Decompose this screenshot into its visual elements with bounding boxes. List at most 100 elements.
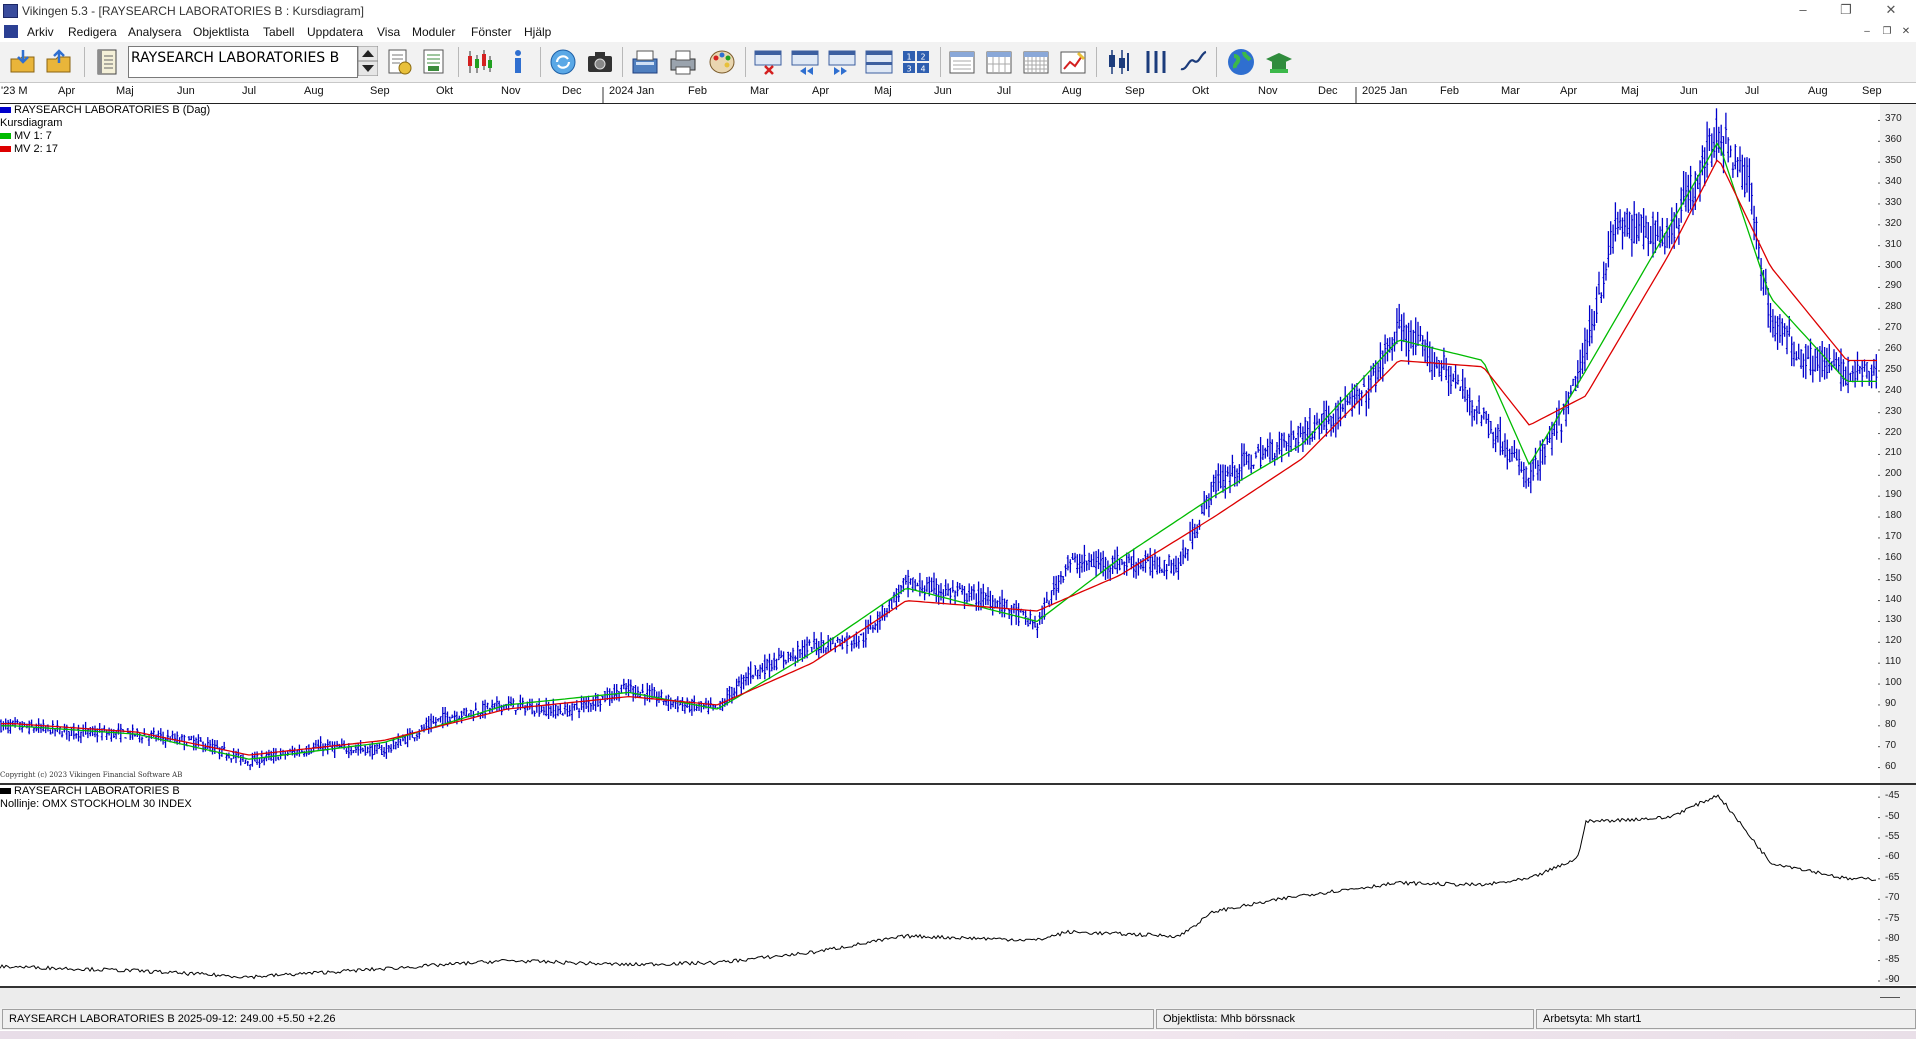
time-tick: Mar	[1501, 85, 1520, 97]
time-tick: Feb	[1440, 85, 1459, 97]
ohlc-bars	[0, 108, 1878, 771]
mortarboard-icon[interactable]	[1264, 47, 1294, 77]
price-y-tick: 290	[1885, 280, 1902, 292]
price-y-tick: 190	[1885, 489, 1902, 501]
symbol-spinner[interactable]	[358, 46, 378, 76]
price-y-tick: 130	[1885, 614, 1902, 626]
menu-tabell[interactable]: Tabell	[263, 25, 294, 39]
status-quote: RAYSEARCH LABORATORIES B 2025-09-12: 249…	[2, 1009, 1154, 1029]
price-y-tick: 330	[1885, 196, 1902, 208]
menu-bar: Arkiv Redigera Analysera Objektlista Tab…	[0, 22, 1916, 42]
time-tick: Jun	[934, 85, 952, 97]
calendar-month-icon[interactable]	[1021, 47, 1051, 77]
time-tick: 2025 Jan	[1362, 85, 1408, 97]
mv1-line	[1, 142, 1877, 760]
info-icon[interactable]	[503, 47, 533, 77]
price-chart[interactable]	[0, 104, 1880, 784]
title-bar: Vikingen 5.3 - [RAYSEARCH LABORATORIES B…	[0, 0, 1916, 22]
rs-y-tick: -60	[1885, 851, 1900, 863]
rs-y-tick: -50	[1885, 810, 1900, 822]
time-tick: Maj	[1621, 85, 1639, 97]
line-chart-icon[interactable]	[1178, 47, 1208, 77]
status-workspace: Arbetsyta: Mh start1	[1536, 1009, 1916, 1029]
close-button[interactable]: ✕	[1868, 0, 1914, 22]
legend-rs-label: RAYSEARCH LABORATORIES B	[14, 785, 180, 797]
report-icon[interactable]	[419, 47, 449, 77]
time-tick: 2024 Jan	[609, 85, 655, 97]
time-tick: Jul	[1745, 85, 1760, 97]
menu-uppdatera[interactable]: Uppdatera	[307, 25, 363, 39]
fax-icon[interactable]	[630, 47, 660, 77]
legend-swatch-price	[0, 107, 11, 114]
time-tick: Sep	[1125, 85, 1145, 97]
number-grid-icon[interactable]: 1 23 4	[901, 47, 931, 77]
step-forward-icon[interactable]	[827, 47, 857, 77]
candlestick-icon[interactable]	[1104, 47, 1134, 77]
legend-mv1: MV 1: 7	[0, 130, 52, 142]
time-tick: Dec	[1318, 85, 1338, 97]
menu-visa[interactable]: Visa	[377, 25, 400, 39]
price-y-tick: 140	[1885, 593, 1902, 605]
restore-button[interactable]: ❐	[1823, 0, 1869, 22]
rs-y-tick: -55	[1885, 831, 1900, 843]
refresh-icon[interactable]	[548, 47, 578, 77]
menu-analysera[interactable]: Analysera	[128, 25, 181, 39]
step-back-icon[interactable]	[790, 47, 820, 77]
calendar-week-icon[interactable]	[984, 47, 1014, 77]
calendar-day-icon[interactable]	[947, 47, 977, 77]
camera-icon[interactable]	[585, 47, 615, 77]
menu-objektlista[interactable]: Objektlista	[193, 25, 249, 39]
taskbar-edge	[0, 1031, 1916, 1039]
edit-list-icon[interactable]	[384, 47, 414, 77]
price-y-tick: 230	[1885, 405, 1902, 417]
mdi-restore-button[interactable]: ❐	[1880, 26, 1894, 38]
symbol-field[interactable]: RAYSEARCH LABORATORIES B	[128, 46, 358, 78]
scroll-area	[0, 988, 1916, 1008]
scroll-indicator[interactable]	[1880, 997, 1900, 998]
price-y-tick: 100	[1885, 677, 1902, 689]
menu-redigera[interactable]: Redigera	[68, 25, 117, 39]
price-y-tick: 310	[1885, 238, 1902, 250]
time-tick: Apr	[58, 85, 76, 97]
notebook-icon[interactable]	[92, 47, 122, 77]
candlestick-colors-icon[interactable]	[464, 47, 494, 77]
export-folder-icon[interactable]	[44, 47, 74, 77]
menu-moduler[interactable]: Moduler	[412, 25, 455, 39]
legend-price-label: RAYSEARCH LABORATORIES B (Dag)	[14, 104, 211, 116]
relative-strength-chart[interactable]	[0, 785, 1880, 985]
price-y-tick: 370	[1885, 113, 1902, 125]
open-folder-icon[interactable]	[8, 47, 38, 77]
time-tick: Jul	[997, 85, 1012, 97]
menu-arkiv[interactable]: Arkiv	[27, 25, 54, 39]
printer-icon[interactable]	[668, 47, 698, 77]
menu-hjalp[interactable]: Hjälp	[524, 25, 551, 39]
price-y-tick: 150	[1885, 572, 1902, 584]
globe-icon[interactable]	[1226, 47, 1256, 77]
price-y-tick: 360	[1885, 134, 1902, 146]
price-y-tick: 250	[1885, 363, 1902, 375]
price-y-tick: 260	[1885, 343, 1902, 355]
time-tick: Aug	[1808, 85, 1828, 97]
time-tick: Sep	[1862, 85, 1882, 97]
mdi-minimize-button[interactable]: –	[1860, 26, 1874, 38]
minimize-button[interactable]: –	[1780, 0, 1826, 22]
window-close-icon[interactable]	[753, 47, 783, 77]
price-y-tick: 280	[1885, 301, 1902, 313]
rs-y-tick: -65	[1885, 871, 1900, 883]
document-icon[interactable]	[4, 25, 18, 38]
window-layout-icon[interactable]	[864, 47, 894, 77]
toolbar: RAYSEARCH LABORATORIES B 1234	[0, 42, 1916, 83]
price-y-tick: 60	[1885, 760, 1897, 772]
time-axis: '23 M Apr Maj Jun Jul Aug Sep Okt Nov De…	[0, 83, 1916, 104]
time-tick: Okt	[1192, 85, 1210, 97]
bar-chart-icon[interactable]	[1141, 47, 1171, 77]
mdi-close-button[interactable]: ✕	[1899, 26, 1913, 38]
price-y-tick: 160	[1885, 551, 1902, 563]
time-tick: '23 M	[1, 85, 28, 97]
price-y-tick: 200	[1885, 468, 1902, 480]
palette-icon[interactable]	[707, 47, 737, 77]
chart-settings-icon[interactable]	[1058, 47, 1088, 77]
window-title: Vikingen 5.3 - [RAYSEARCH LABORATORIES B…	[22, 4, 364, 18]
status-objectlist: Objektlista: Mhb börssnack	[1156, 1009, 1534, 1029]
menu-fonster[interactable]: Fönster	[471, 25, 512, 39]
